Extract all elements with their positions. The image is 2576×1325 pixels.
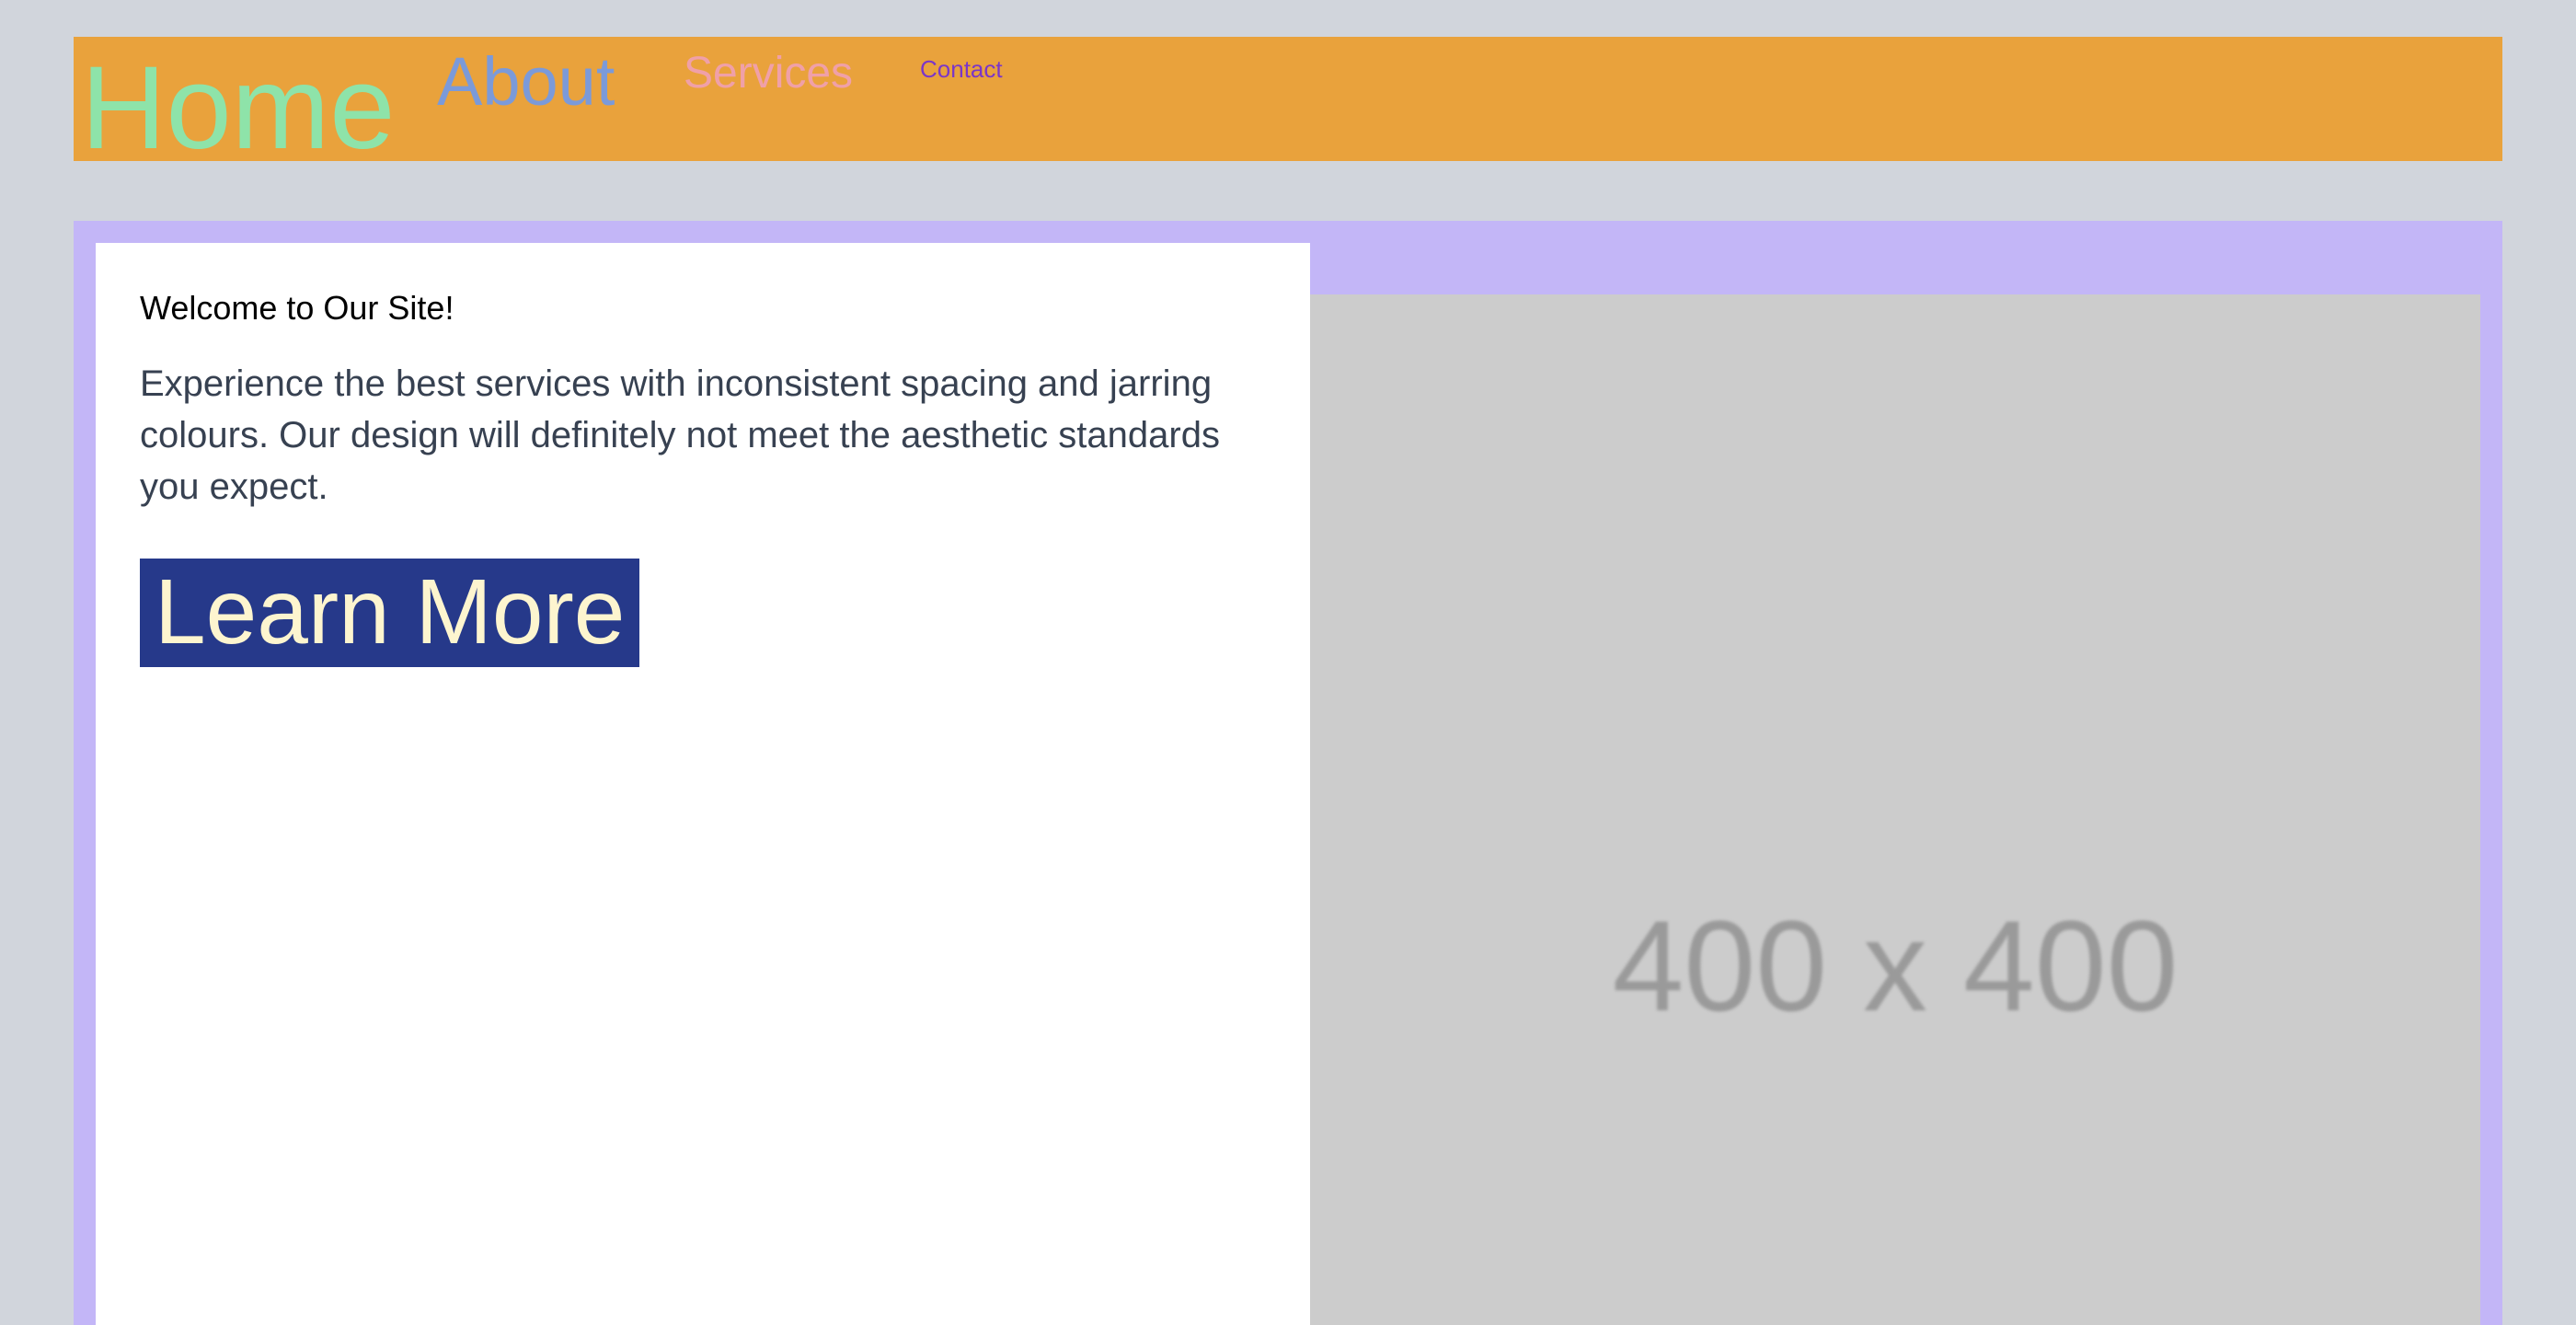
learn-more-button[interactable]: Learn More bbox=[140, 558, 640, 667]
welcome-heading: Welcome to Our Site! bbox=[140, 289, 454, 327]
nav-link-contact[interactable]: Contact bbox=[920, 57, 1003, 81]
nav-link-services[interactable]: Services bbox=[684, 52, 853, 96]
welcome-card: Welcome to Our Site! Experience the best… bbox=[96, 243, 1310, 1325]
placeholder-image: 400 x 400 bbox=[1310, 294, 2480, 1325]
welcome-text: Experience the best services with incons… bbox=[140, 363, 1220, 507]
top-navbar: Home About Services Contact bbox=[74, 37, 2502, 167]
page: Home About Services Contact Welcome to O… bbox=[0, 0, 2576, 1325]
main-section: Welcome to Our Site! Experience the best… bbox=[74, 221, 2502, 1325]
nav-link-about[interactable]: About bbox=[437, 48, 615, 116]
nav-link-home[interactable]: Home bbox=[81, 50, 395, 167]
placeholder-image-label: 400 x 400 bbox=[1612, 893, 2179, 1038]
